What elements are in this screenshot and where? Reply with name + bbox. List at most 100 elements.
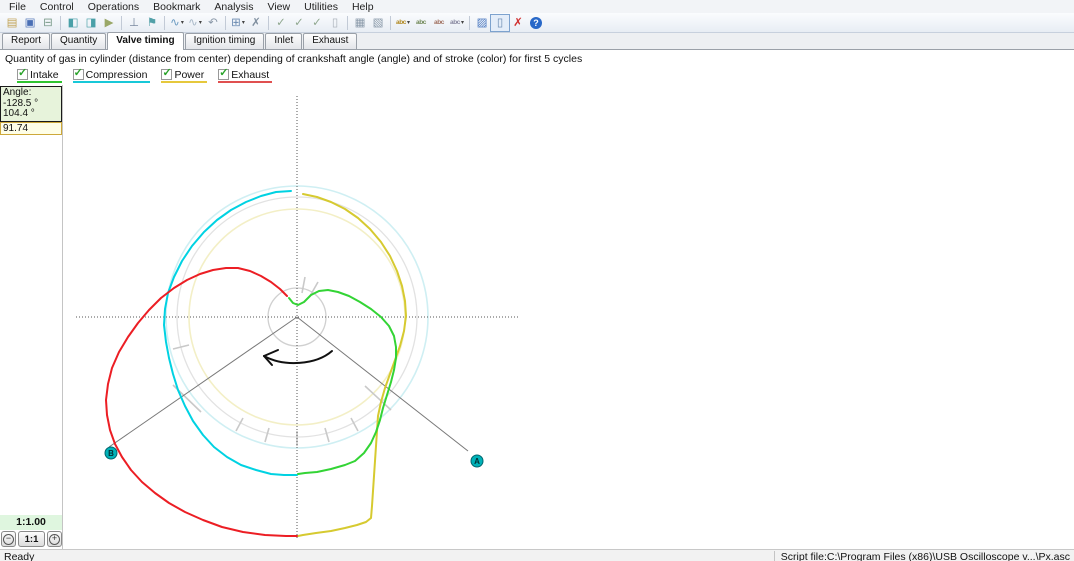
plot-svg[interactable]: BA [0,85,1074,549]
angle-label: Angle: [3,88,59,99]
toolbar-separator [225,16,226,30]
marker-a[interactable]: A [471,455,483,467]
script-options-button[interactable]: abc▾ [448,15,466,31]
toolbar-separator [469,16,470,30]
signal-options-button[interactable]: ∿▾ [168,15,186,31]
export-arrow-icon: ▶ [105,16,114,30]
curve-power [298,194,406,536]
script-open-icon: abc [396,19,406,26]
menu-file[interactable]: File [2,1,33,13]
save-icon: ▣ [25,16,36,30]
tab-report[interactable]: Report [2,33,50,49]
flag-button[interactable]: ⚑ [143,15,161,31]
legend-intake[interactable]: ✓Intake [17,69,62,83]
flag-icon: ⚑ [147,16,157,30]
toolbar-separator [268,16,269,30]
menu-control[interactable]: Control [33,1,81,13]
table-button[interactable]: ▦ [351,15,369,31]
curve-compression [164,191,297,475]
menu-operations[interactable]: Operations [81,1,146,13]
menu-bar: FileControlOperationsBookmarkAnalysisVie… [0,0,1074,13]
copy-graph-button[interactable]: ◧ [64,15,82,31]
script-open-button[interactable]: abc▾ [394,15,412,31]
signal-options-icon: ∿ [170,16,180,30]
menu-analysis[interactable]: Analysis [207,1,260,13]
checkbox-intake[interactable]: ✓ [17,69,28,80]
signal-options-2-icon: ∿ [188,16,198,30]
scale-tick [236,418,243,431]
export-arrow-button[interactable]: ▶ [100,15,118,31]
open-button[interactable]: ▤ [3,15,21,31]
checkbox-compression[interactable]: ✓ [73,69,84,80]
print-icon: ⊟ [43,16,53,30]
undo-button[interactable]: ↶ [204,15,222,31]
checkbox-power[interactable]: ✓ [161,69,172,80]
menu-utilities[interactable]: Utilities [297,1,345,13]
legend-label: Exhaust [231,69,269,81]
check-3-button[interactable]: ✓ [308,15,326,31]
script-run-button[interactable]: abc [412,15,430,31]
toolbar-separator [390,16,391,30]
tab-exhaust[interactable]: Exhaust [303,33,357,49]
angle-max-value: 104.4 ° [3,109,59,120]
app-window: FileControlOperationsBookmarkAnalysisVie… [0,0,1074,561]
check-icon: ✓ [219,66,228,79]
zoom-in-button[interactable]: + [47,531,62,547]
cursor-perpendicular-button[interactable]: ⊥ [125,15,143,31]
tab-quantity[interactable]: Quantity [51,33,106,49]
chevron-down-icon: ▾ [407,19,410,26]
menu-bookmark[interactable]: Bookmark [146,1,207,13]
tab-inlet[interactable]: Inlet [265,33,302,49]
chevron-down-icon: ▾ [199,19,202,26]
delete-button[interactable]: ✗ [509,15,527,31]
tab-valve-timing[interactable]: Valve timing [107,32,183,50]
legend-label: Compression [86,69,148,81]
scale-readout: 1:1.00 [0,515,62,530]
menu-help[interactable]: Help [345,1,381,13]
toolbar-separator [347,16,348,30]
check-1-icon: ✓ [276,16,286,30]
cross-tool-icon: ✗ [251,16,261,30]
rotation-arrow [264,351,332,363]
legend-power[interactable]: ✓Power [161,69,207,83]
copy-screen-button[interactable]: ◨ [82,15,100,31]
toolbar-separator [121,16,122,30]
script-stop-button[interactable]: abc [430,15,448,31]
menu-view[interactable]: View [261,1,298,13]
tab-ignition-timing[interactable]: Ignition timing [185,33,265,49]
new-document-icon: ▯ [497,16,503,30]
print-button[interactable]: ⊟ [39,15,57,31]
svg-text:A: A [474,457,480,466]
quantity-readout: 91.74 [0,122,62,135]
legend-exhaust[interactable]: ✓Exhaust [218,69,272,83]
check-1-button[interactable]: ✓ [272,15,290,31]
scale-tick [302,277,305,293]
signal-options-2-button[interactable]: ∿▾ [186,15,204,31]
description-text: Quantity of gas in cylinder (distance fr… [5,53,582,65]
check-icon: ✓ [162,66,171,79]
plot-content: BA Angle: -128.5 ° 104.4 ° 91.74 1:1.00 … [0,85,1074,549]
document-button[interactable]: ▯ [326,15,344,31]
new-document-button[interactable]: ▯ [491,15,509,31]
zoom-out-button[interactable]: − [1,531,16,547]
marker-b[interactable]: B [105,447,117,459]
legend-compression[interactable]: ✓Compression [73,69,151,83]
check-2-button[interactable]: ✓ [290,15,308,31]
script-stop-icon: abc [434,19,444,26]
description-bar: Quantity of gas in cylinder (distance fr… [0,50,1074,67]
script-options-icon: abc [450,19,460,26]
check-2-icon: ✓ [294,16,304,30]
tab-strip: ReportQuantityValve timingIgnition timin… [0,33,1074,50]
table-export-button[interactable]: ▧ [369,15,387,31]
measure-button[interactable]: ⊞▾ [229,15,247,31]
zoom-reset-button[interactable]: 1:1 [18,531,45,547]
cursor-perpendicular-icon: ⊥ [129,16,139,30]
checkbox-exhaust[interactable]: ✓ [218,69,229,80]
legend-bar: ✓Intake✓Compression✓Power✓Exhaust [0,67,1074,85]
help-button[interactable]: ? [527,15,545,31]
save-button[interactable]: ▣ [21,15,39,31]
image-view-button[interactable]: ▨ [473,15,491,31]
check-3-icon: ✓ [312,16,322,30]
cross-tool-button[interactable]: ✗ [247,15,265,31]
help-icon: ? [530,17,542,29]
